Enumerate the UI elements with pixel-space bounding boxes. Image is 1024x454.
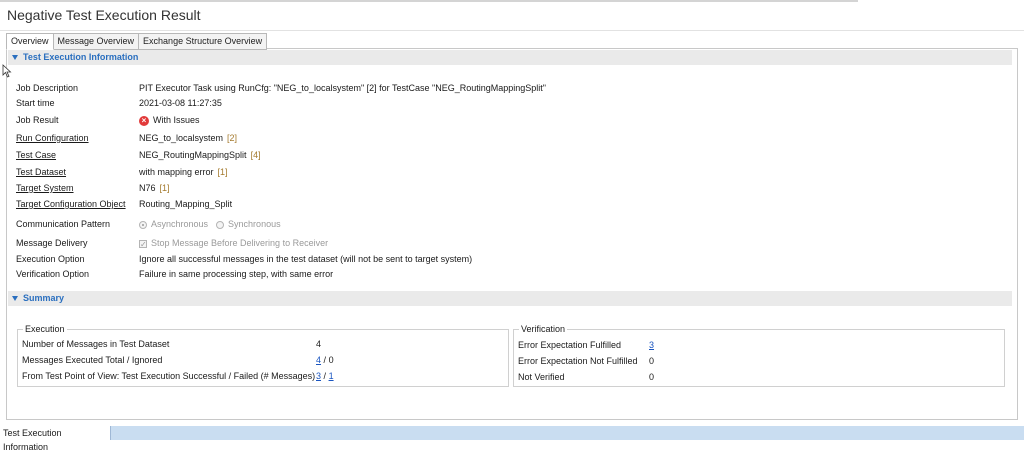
asynchronous-radio[interactable] xyxy=(139,220,147,229)
mouse-cursor-icon xyxy=(2,64,12,78)
status-tab-test-execution-information[interactable]: Test Execution Information xyxy=(0,426,111,452)
run-configuration-text: NEG_to_localsystem xyxy=(139,133,224,143)
error-expectation-not-fulfilled-label: Error Expectation Not Fulfilled xyxy=(518,356,638,366)
asynchronous-label: Asynchronous xyxy=(151,219,209,229)
value-execution-option: Ignore all successful messages in the te… xyxy=(139,253,472,266)
result-separator: / xyxy=(323,371,327,381)
error-expectation-fulfilled-value: 3 xyxy=(649,339,654,352)
target-configuration-object-text: Routing_Mapping_Split xyxy=(139,199,233,209)
label-job-result: Job Result xyxy=(16,115,59,125)
run-configuration-ref: [2] xyxy=(227,133,238,143)
executed-total-link[interactable]: 4 xyxy=(316,355,321,365)
value-job-result: × With Issues xyxy=(139,114,200,127)
execution-result-label: From Test Point of View: Test Execution … xyxy=(22,371,316,381)
not-verified-value: 0 xyxy=(649,372,655,382)
value-test-case: NEG_RoutingMappingSplit [4] xyxy=(139,149,261,162)
verification-option-text: Failure in same processing step, with sa… xyxy=(139,269,334,279)
test-case-text: NEG_RoutingMappingSplit xyxy=(139,150,247,160)
number-of-messages-label: Number of Messages in Test Dataset xyxy=(22,339,170,349)
tab-message-overview[interactable]: Message Overview xyxy=(53,33,140,50)
label-job-description: Job Description xyxy=(16,83,79,93)
value-start-time: 2021-03-08 11:27:35 xyxy=(139,97,222,110)
value-communication-pattern: Asynchronous Synchronous xyxy=(139,218,281,231)
value-job-description: PIT Executor Task using RunCfg: "NEG_to_… xyxy=(139,82,546,95)
synchronous-radio[interactable] xyxy=(216,220,225,229)
error-expectation-fulfilled-label: Error Expectation Fulfilled xyxy=(518,340,622,350)
title-top-line xyxy=(0,0,858,2)
tab-bar: Overview Message Overview Exchange Struc… xyxy=(6,33,268,50)
value-verification-option: Failure in same processing step, with sa… xyxy=(139,268,333,281)
messages-executed-value: 4 / 0 xyxy=(316,354,334,367)
title-divider xyxy=(0,30,1024,31)
target-system-text: N76 xyxy=(139,183,156,193)
target-system-link[interactable]: Target System xyxy=(16,182,74,195)
execution-result-value: 3 / 1 xyxy=(316,370,334,383)
bottom-tab-bar: Test Execution Information xyxy=(0,426,1024,452)
section-title: Test Execution Information xyxy=(23,52,139,62)
label-message-delivery: Message Delivery xyxy=(16,238,88,248)
label-communication-pattern: Communication Pattern xyxy=(16,219,111,229)
executed-ignored-value: 0 xyxy=(328,355,334,365)
job-result-text: With Issues xyxy=(153,115,200,125)
tab-overview[interactable]: Overview xyxy=(6,33,54,50)
verification-group: Verification Error Expectation Fulfilled… xyxy=(513,324,1005,387)
value-run-configuration: NEG_to_localsystem [2] xyxy=(139,132,237,145)
fulfilled-count-link[interactable]: 3 xyxy=(649,340,654,350)
editor-title-bar: Negative Test Execution Result xyxy=(0,0,1024,32)
test-dataset-text: with mapping error xyxy=(139,167,214,177)
test-case-link[interactable]: Test Case xyxy=(16,149,56,162)
job-description-text: PIT Executor Task using RunCfg: "NEG_to_… xyxy=(139,83,546,93)
execution-group: Execution Number of Messages in Test Dat… xyxy=(17,324,509,387)
messages-executed-label: Messages Executed Total / Ignored xyxy=(22,355,163,365)
label-execution-option: Execution Option xyxy=(16,254,85,264)
stop-message-checkbox[interactable] xyxy=(139,238,147,251)
label-verification-option: Verification Option xyxy=(16,269,90,279)
value-test-dataset: with mapping error [1] xyxy=(139,166,228,179)
tab-exchange-structure-overview[interactable]: Exchange Structure Overview xyxy=(139,33,268,50)
error-icon: × xyxy=(139,115,149,126)
test-dataset-link[interactable]: Test Dataset xyxy=(16,166,66,179)
page-title: Negative Test Execution Result xyxy=(7,7,201,23)
run-configuration-link[interactable]: Run Configuration xyxy=(16,132,89,145)
value-message-delivery: Stop Message Before Delivering to Receiv… xyxy=(139,237,329,251)
start-time-text: 2021-03-08 11:27:35 xyxy=(139,98,222,108)
target-configuration-object-link[interactable]: Target Configuration Object xyxy=(16,198,126,211)
not-verified-label: Not Verified xyxy=(518,372,565,382)
test-case-ref: [4] xyxy=(250,150,261,160)
test-dataset-ref: [1] xyxy=(217,167,228,177)
summary-header[interactable]: Summary xyxy=(8,291,1012,306)
target-system-ref: [1] xyxy=(159,183,170,193)
synchronous-label: Synchronous xyxy=(228,219,281,229)
test-execution-info-header[interactable]: Test Execution Information xyxy=(8,50,1012,65)
label-start-time: Start time xyxy=(16,98,55,108)
executed-separator: / xyxy=(323,355,327,365)
value-target-system: N76 [1] xyxy=(139,182,170,195)
execution-group-title: Execution xyxy=(23,324,67,334)
verification-group-title: Verification xyxy=(519,324,568,334)
value-target-configuration-object: Routing_Mapping_Split xyxy=(139,198,232,211)
execution-option-text: Ignore all successful messages in the te… xyxy=(139,254,473,264)
failed-count-link[interactable]: 1 xyxy=(329,371,334,381)
successful-count-link[interactable]: 3 xyxy=(316,371,321,381)
error-expectation-not-fulfilled-value: 0 xyxy=(649,356,655,366)
number-of-messages-value: 4 xyxy=(316,339,322,349)
collapse-triangle-icon[interactable] xyxy=(12,296,18,301)
collapse-triangle-icon[interactable] xyxy=(12,55,18,60)
stop-message-label: Stop Message Before Delivering to Receiv… xyxy=(151,238,329,248)
section-title: Summary xyxy=(23,293,65,303)
